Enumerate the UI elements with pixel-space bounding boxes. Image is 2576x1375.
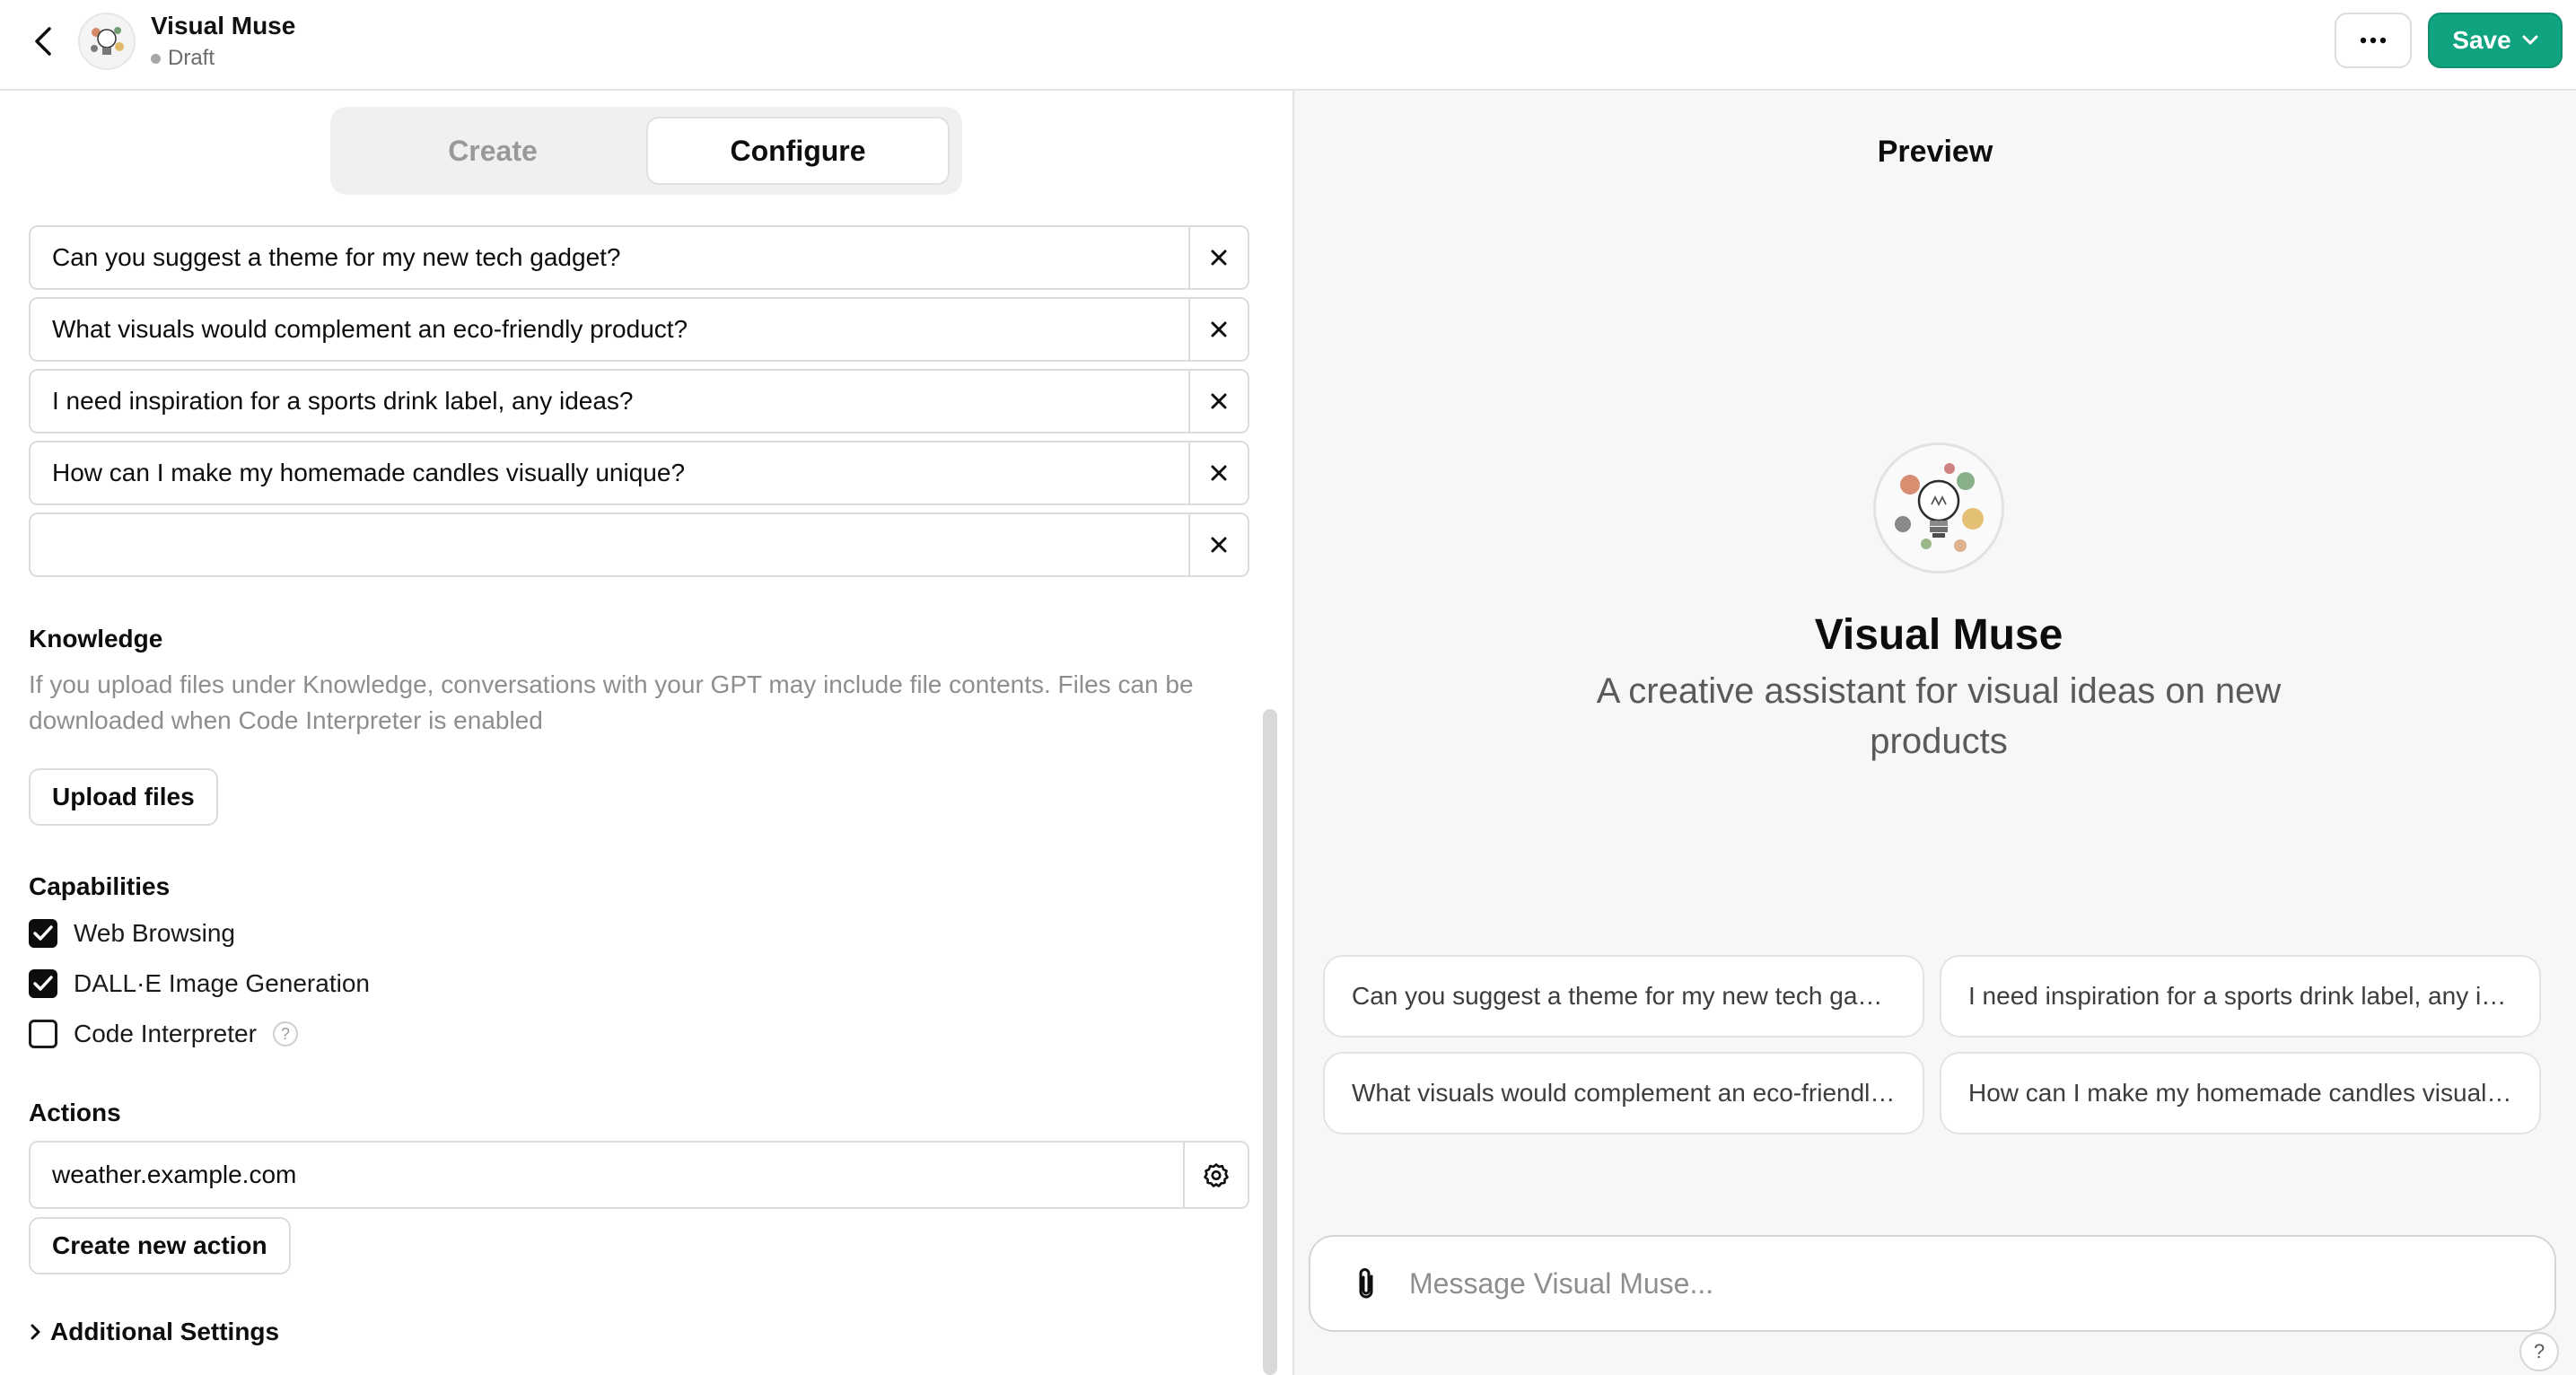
preview-title: Preview xyxy=(1877,135,1993,169)
preview-avatar xyxy=(1873,442,2004,574)
capability-web-browsing: Web Browsing xyxy=(29,915,235,951)
help-icon[interactable]: ? xyxy=(272,1021,298,1047)
additional-settings-label: Additional Settings xyxy=(50,1318,280,1345)
suggestion-text: Can you suggest a theme for my new tech … xyxy=(1352,982,1896,1010)
status-label: Draft xyxy=(168,46,215,70)
message-input[interactable] xyxy=(1409,1237,2531,1330)
suggestion-chip[interactable]: How can I make my homemade candles visua… xyxy=(1940,1052,2541,1134)
tab-configure[interactable]: Configure xyxy=(646,117,950,185)
lightbulb-splash-icon xyxy=(80,14,134,68)
suggestion-text: How can I make my homemade candles visua… xyxy=(1968,1079,2512,1107)
back-button[interactable] xyxy=(25,23,61,59)
lightbulb-splash-icon xyxy=(1876,445,2002,571)
preview-gpt-name: Visual Muse xyxy=(1814,611,2063,659)
conversation-starter-input[interactable] xyxy=(31,371,1188,432)
close-icon xyxy=(1210,536,1228,554)
status-dot-icon xyxy=(151,53,161,64)
message-composer xyxy=(1309,1235,2556,1332)
suggestion-chip[interactable]: Can you suggest a theme for my new tech … xyxy=(1323,955,1924,1038)
suggestion-chip[interactable]: What visuals would complement an eco-fri… xyxy=(1323,1052,1924,1134)
action-row[interactable]: weather.example.com xyxy=(29,1141,1249,1209)
conversation-starter-input[interactable] xyxy=(31,442,1188,504)
conversation-starter-row xyxy=(29,512,1249,577)
capability-code-interpreter: Code Interpreter ? xyxy=(29,1016,298,1052)
conversation-starter-row xyxy=(29,297,1249,362)
close-icon xyxy=(1210,320,1228,338)
dalle-label: DALL·E Image Generation xyxy=(74,969,370,997)
mode-tabs: Create Configure xyxy=(330,107,962,195)
remove-starter-button[interactable] xyxy=(1188,227,1248,288)
close-icon xyxy=(1210,249,1228,267)
code-interpreter-checkbox[interactable] xyxy=(29,1020,57,1048)
checkmark-icon xyxy=(33,976,53,991)
conversation-starter-input[interactable] xyxy=(31,514,1188,575)
remove-starter-button[interactable] xyxy=(1188,442,1248,504)
knowledge-label: Knowledge xyxy=(29,625,163,652)
top-bar: Visual Muse Draft Save xyxy=(0,0,2576,91)
chevron-down-icon xyxy=(2522,35,2538,46)
suggestion-text: What visuals would complement an eco-fri… xyxy=(1352,1079,1896,1107)
paperclip-icon xyxy=(1354,1266,1378,1301)
code-interpreter-label: Code Interpreter xyxy=(74,1020,257,1047)
web-browsing-label: Web Browsing xyxy=(74,919,236,947)
conversation-starter-input[interactable] xyxy=(31,227,1188,288)
chevron-left-icon xyxy=(32,26,54,57)
conversation-starter-input[interactable] xyxy=(31,299,1188,360)
remove-starter-button[interactable] xyxy=(1188,371,1248,432)
tab-create[interactable]: Create xyxy=(341,117,644,185)
remove-starter-button[interactable] xyxy=(1188,514,1248,575)
web-browsing-checkbox[interactable] xyxy=(29,919,57,948)
close-icon xyxy=(1210,392,1228,410)
suggestion-chip[interactable]: I need inspiration for a sports drink la… xyxy=(1940,955,2541,1038)
gear-icon xyxy=(1204,1162,1229,1187)
conversation-starter-row xyxy=(29,441,1249,505)
knowledge-helper-text: If you upload files under Knowledge, con… xyxy=(29,670,1194,734)
save-button[interactable]: Save xyxy=(2428,13,2563,68)
capability-dalle: DALL·E Image Generation xyxy=(29,966,370,1002)
actions-label: Actions xyxy=(29,1099,121,1126)
gpt-avatar[interactable] xyxy=(78,13,136,70)
attach-button[interactable] xyxy=(1346,1264,1386,1303)
conversation-starter-row xyxy=(29,225,1249,290)
close-icon xyxy=(1210,464,1228,482)
action-domain: weather.example.com xyxy=(52,1160,297,1188)
draft-status: Draft xyxy=(151,46,215,71)
chevron-right-icon xyxy=(31,1324,41,1340)
remove-starter-button[interactable] xyxy=(1188,299,1248,360)
additional-settings-toggle[interactable]: Additional Settings xyxy=(31,1318,279,1346)
dalle-checkbox[interactable] xyxy=(29,969,57,998)
more-options-button[interactable] xyxy=(2335,13,2412,68)
checkmark-icon xyxy=(33,925,53,941)
suggestion-text: I need inspiration for a sports drink la… xyxy=(1968,982,2512,1010)
gpt-title: Visual Muse xyxy=(151,12,296,39)
help-button[interactable]: ? xyxy=(2519,1332,2559,1371)
preview-gpt-description: A creative assistant for visual ideas on… xyxy=(1596,671,2282,761)
capabilities-label: Capabilities xyxy=(29,872,171,900)
action-settings-button[interactable] xyxy=(1183,1143,1248,1207)
create-new-action-button[interactable]: Create new action xyxy=(29,1217,291,1274)
save-label: Save xyxy=(2452,26,2511,54)
upload-files-button[interactable]: Upload files xyxy=(29,768,218,826)
conversation-starter-row xyxy=(29,369,1249,434)
configure-scrollbar[interactable] xyxy=(1263,709,1277,1375)
ellipsis-icon xyxy=(2360,37,2387,44)
